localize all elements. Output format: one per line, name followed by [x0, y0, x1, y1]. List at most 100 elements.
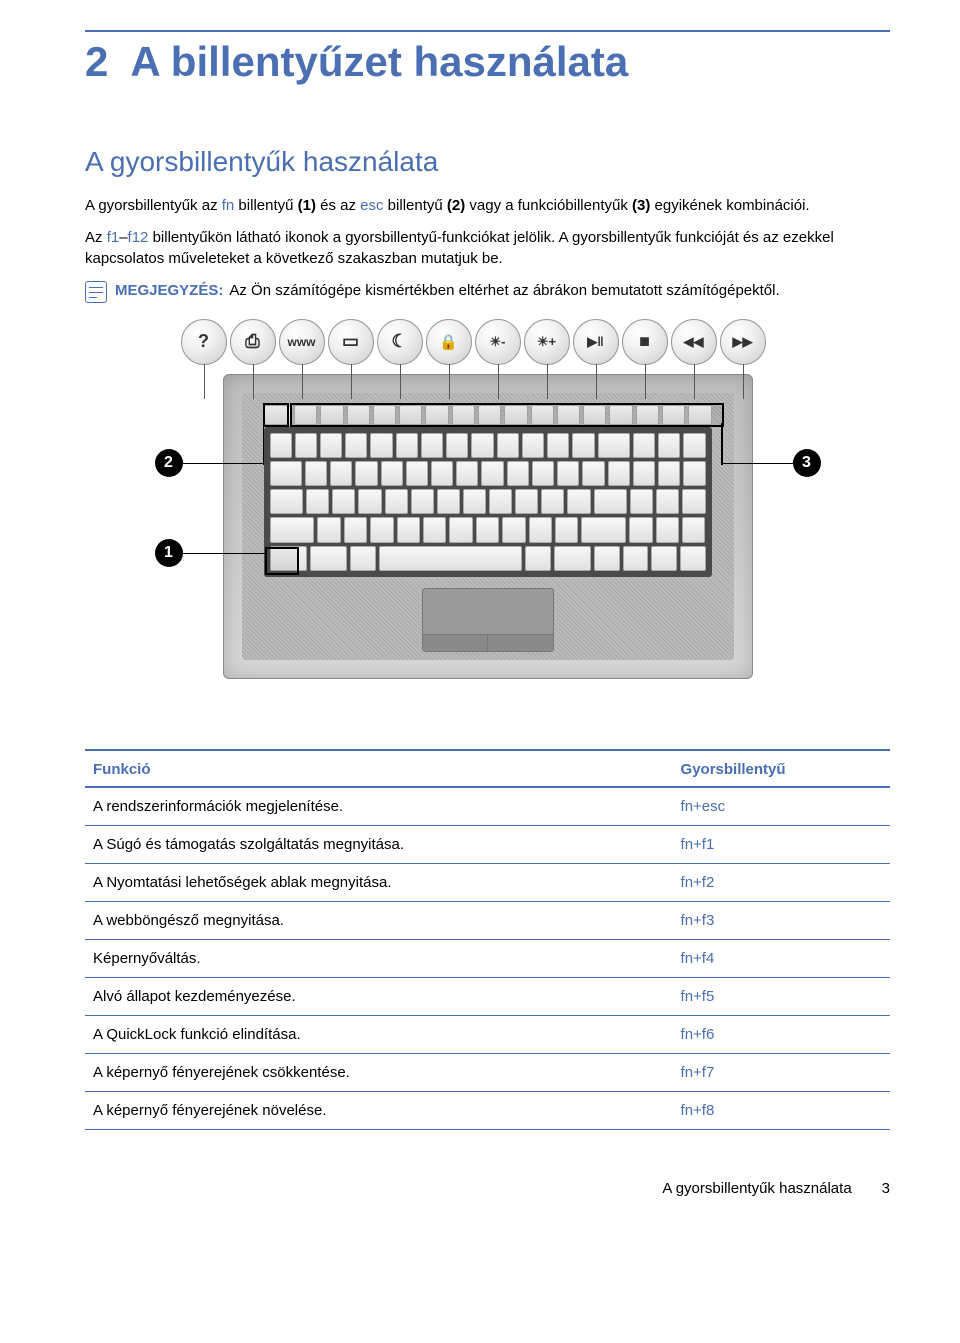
glyph: ■ [639, 331, 650, 352]
cell-function: A webböngésző megnyitása. [85, 901, 673, 939]
cell-hotkey: fn+f3 [673, 901, 890, 939]
bubble-www-icon: www [279, 319, 325, 365]
table-row: Alvó állapot kezdeményezése.fn+f5 [85, 977, 890, 1015]
cell-hotkey: fn+f5 [673, 977, 890, 1015]
ref-3: (3) [632, 197, 650, 214]
page-footer: A gyorsbillentyűk használata 3 [85, 1180, 890, 1197]
callout-1-line [183, 553, 265, 555]
touchpad [422, 588, 554, 652]
cell-function: A rendszerinformációk megjelenítése. [85, 787, 673, 826]
bubble-brightness-up-icon: ☀+ [524, 319, 570, 365]
cell-function: A képernyő fényerejének növelése. [85, 1091, 673, 1129]
text: billentyű [384, 197, 447, 214]
esc-key-highlight [263, 403, 289, 427]
glyph: ◀◀ [684, 334, 704, 350]
col-function: Funkció [85, 750, 673, 787]
note-text: Az Ön számítógépe kismértékben eltérhet … [229, 282, 779, 299]
keyboard-well [264, 427, 712, 577]
glyph: ▭ [342, 331, 359, 352]
cell-function: A képernyő fényerejének csökkentése. [85, 1053, 673, 1091]
bubble-sleep-icon: ☾ [377, 319, 423, 365]
col-hotkey: Gyorsbillentyű [673, 750, 890, 787]
touchpad-left-button [423, 634, 488, 651]
callout-2-line-v [263, 423, 265, 465]
bubble-print-icon: ⎙ [230, 319, 276, 365]
table-row: A képernyő fényerejének növelése.fn+f8 [85, 1091, 890, 1129]
callout-1: 1 [155, 539, 183, 567]
cell-hotkey: fn+f8 [673, 1091, 890, 1129]
callout-3: 3 [793, 449, 821, 477]
table-row: A Súgó és támogatás szolgáltatás megnyit… [85, 825, 890, 863]
cell-hotkey: fn+f7 [673, 1053, 890, 1091]
bubble-next-track-icon: ▶▶ [720, 319, 766, 365]
glyph: ? [198, 331, 209, 352]
hotkey-bubble-row: ? ⎙ www ▭ ☾ 🔒 ☀- ☀+ ▶‖ ■ ◀◀ ▶▶ [181, 319, 766, 365]
keyboard-illustration: ? ⎙ www ▭ ☾ 🔒 ☀- ☀+ ▶‖ ■ ◀◀ ▶▶ [163, 319, 813, 679]
table-header-row: Funkció Gyorsbillentyű [85, 750, 890, 787]
cell-function: Képernyőváltás. [85, 939, 673, 977]
glyph: www [287, 335, 315, 349]
text: – [119, 229, 127, 246]
footer-page-number: 3 [882, 1180, 890, 1197]
keyword-f12: f12 [128, 229, 149, 246]
glyph: ▶▶ [733, 334, 753, 350]
cell-hotkey: fn+f1 [673, 825, 890, 863]
cell-function: A QuickLock funkció elindítása. [85, 1015, 673, 1053]
section-title: A gyorsbillentyűk használata [85, 146, 890, 178]
glyph: ☾ [391, 331, 407, 352]
glyph: ▶‖ [587, 334, 603, 350]
text: A gyorsbillentyűk az [85, 197, 222, 214]
bubble-prev-track-icon: ◀◀ [671, 319, 717, 365]
chapter-title: A billentyűzet használata [130, 38, 628, 86]
glyph: ☀- [490, 334, 506, 350]
table-row: A képernyő fényerejének csökkentése.fn+f… [85, 1053, 890, 1091]
keyword-fn: fn [222, 197, 235, 214]
cell-function: A Súgó és támogatás szolgáltatás megnyit… [85, 825, 673, 863]
cell-hotkey: fn+f4 [673, 939, 890, 977]
glyph: 🔒 [439, 333, 458, 351]
table-row: A webböngésző megnyitása.fn+f3 [85, 901, 890, 939]
bubble-display-icon: ▭ [328, 319, 374, 365]
cell-function: A Nyomtatási lehetőségek ablak megnyitás… [85, 863, 673, 901]
touchpad-right-button [487, 634, 553, 651]
bubble-stop-icon: ■ [622, 319, 668, 365]
glyph: ☀+ [537, 334, 556, 350]
ref-1: (1) [298, 197, 316, 214]
note-body: MEGJEGYZÉS: Az Ön számítógépe kismértékbe… [115, 281, 890, 301]
callout-2-line [183, 463, 263, 465]
table-row: Képernyőváltás.fn+f4 [85, 939, 890, 977]
callout-number: 2 [164, 454, 173, 472]
hotkey-table: Funkció Gyorsbillentyű A rendszerinformá… [85, 749, 890, 1130]
callout-3-line-v [721, 423, 723, 465]
glyph: ⎙ [245, 331, 259, 352]
note-block: MEGJEGYZÉS: Az Ön számítógépe kismértékbe… [85, 281, 890, 303]
ref-2: (2) [447, 197, 465, 214]
text: billentyűkön látható ikonok a gyorsbille… [85, 229, 834, 266]
table-row: A rendszerinformációk megjelenítése.fn+e… [85, 787, 890, 826]
text: és az [316, 197, 360, 214]
paragraph-2: Az f1–f12 billentyűkön látható ikonok a … [85, 228, 890, 269]
document-page: 2 A billentyűzet használata A gyorsbille… [0, 0, 960, 1237]
chapter-number: 2 [85, 38, 108, 86]
bubble-lock-icon: 🔒 [426, 319, 472, 365]
text: egyikének kombinációi. [650, 197, 809, 214]
top-rule [85, 30, 890, 32]
text: Az [85, 229, 107, 246]
chapter-heading: 2 A billentyűzet használata [85, 38, 890, 86]
text: vagy a funkcióbillentyűk [465, 197, 632, 214]
keyword-esc: esc [360, 197, 383, 214]
fn-key-highlight [265, 547, 299, 575]
cell-hotkey: fn+f6 [673, 1015, 890, 1053]
note-label: MEGJEGYZÉS: [115, 282, 223, 299]
table-row: A Nyomtatási lehetőségek ablak megnyitás… [85, 863, 890, 901]
note-icon [85, 281, 107, 303]
bubble-help-icon: ? [181, 319, 227, 365]
callout-number: 3 [802, 454, 811, 472]
cell-function: Alvó állapot kezdeményezése. [85, 977, 673, 1015]
footer-section-title: A gyorsbillentyűk használata [662, 1180, 851, 1197]
callout-3-line [723, 463, 793, 465]
bubble-brightness-down-icon: ☀- [475, 319, 521, 365]
function-keys-highlight [290, 403, 724, 427]
bubble-play-pause-icon: ▶‖ [573, 319, 619, 365]
paragraph-1: A gyorsbillentyűk az fn billentyű (1) és… [85, 196, 890, 216]
